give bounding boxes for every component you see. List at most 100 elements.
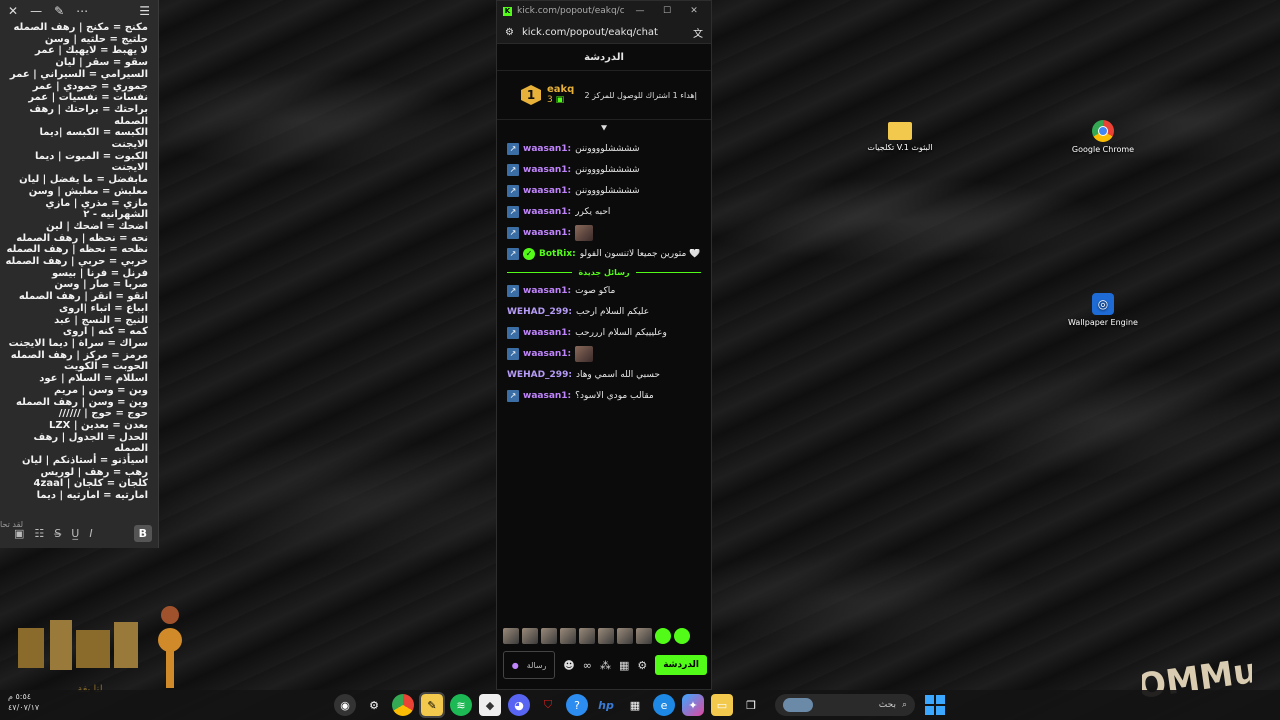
chat-message: ↗ waasan1: ششششلووووننن (507, 138, 701, 159)
emote-icon (575, 345, 594, 362)
underline-icon[interactable]: U̲ (71, 527, 79, 540)
bot-verified-icon: ✓ (523, 247, 535, 260)
sticky-note-text[interactable]: مكنج = مكنج | رهف الصمله حلتيج = حلتيه | … (0, 22, 158, 518)
chat-username[interactable]: waasan1: (523, 144, 571, 154)
file-explorer-icon[interactable]: ▭ (711, 694, 733, 716)
note-line: نظحه = نحظه | رهف الصمله (6, 244, 148, 256)
gift-icon: ▣ (555, 95, 565, 105)
windows-logo-icon (925, 695, 934, 704)
bold-icon[interactable]: B (133, 524, 152, 542)
store-icon[interactable]: ▦ (619, 659, 629, 672)
clock[interactable]: ٥:٥٤ م ٤٧/٠٧/١٧ (8, 691, 39, 713)
site-info-icon[interactable]: ⚙ (505, 27, 514, 38)
emote-icon[interactable] (503, 628, 519, 644)
translate-icon[interactable]: 文 (693, 25, 703, 40)
shield-icon[interactable]: ⛉ (537, 694, 559, 716)
pinned-count: 3 (547, 95, 553, 105)
pin-icon[interactable]: ✎ (54, 4, 64, 18)
left-logo-watermark: لنا بغة (18, 606, 182, 695)
sticky-note-window[interactable]: ✕ — ✎ ⋯ ☰ مكنج = مكنج | رهف الصمله حلتيج … (0, 0, 159, 548)
kick-emote-icon[interactable] (674, 628, 690, 644)
kick-logo-icon: K (503, 6, 512, 16)
edge-icon[interactable]: e (653, 694, 675, 716)
note-line: مازي = مذري | مازي (45, 197, 148, 209)
pinned-gift-banner[interactable]: 1 eakq 3 ▣ إهداء 1 اشتراك للوصول للمركز … (497, 71, 711, 120)
image-icon[interactable]: ▣ (14, 527, 24, 540)
taskbar: ٥:٥٤ م ٤٧/٠٧/١٧ ◉ ⚙ ✎ ≋ ◆ ◕ ⛉ ? hp ▦ e ✦… (0, 690, 1280, 720)
note-line: مرمز = مركز | رهف الصمله (10, 349, 148, 361)
url-text[interactable]: kick.com/popout/eakq/chat (522, 27, 685, 38)
hp-icon[interactable]: hp (595, 694, 617, 716)
chat-username[interactable]: waasan1: (523, 207, 571, 217)
close-icon[interactable]: ✕ (8, 4, 18, 18)
note-line: اسللام = السلام | عود (39, 373, 148, 385)
start-button[interactable] (924, 694, 946, 716)
emote-icon[interactable] (541, 628, 557, 644)
emote-icon[interactable] (522, 628, 538, 644)
settings-icon[interactable]: ⚙ (637, 659, 647, 672)
desktop-chrome[interactable]: Google Chrome (1068, 120, 1138, 155)
menu-icon[interactable]: ☰ (139, 4, 150, 18)
emote-icon[interactable] (636, 628, 652, 644)
minimize-icon[interactable]: — (30, 4, 42, 18)
note-line: بعدن = بعدين | LZX (49, 419, 148, 431)
chat-username[interactable]: waasan1: (523, 328, 571, 338)
note-line: السيرامي = السيراني | عمر (9, 68, 148, 80)
emote-icon[interactable] (598, 628, 614, 644)
infinity-icon[interactable]: ∞ (583, 659, 592, 672)
close-icon[interactable]: ✕ (683, 6, 705, 16)
chat-username[interactable]: waasan1: (523, 186, 571, 196)
more-icon[interactable]: ⋯ (76, 4, 88, 18)
chat-username[interactable]: waasan1: (523, 349, 571, 359)
chat-input[interactable]: ● رسالة (503, 651, 556, 679)
copilot-icon[interactable]: ✦ (682, 694, 704, 716)
obs-icon[interactable]: ◉ (334, 694, 356, 716)
desktop-wallpaper-engine[interactable]: ◎ Wallpaper Engine (1068, 293, 1138, 328)
chat-username[interactable]: waasan1: (523, 286, 571, 296)
chrome-icon[interactable] (392, 694, 414, 716)
pinned-username[interactable]: eakq (547, 84, 574, 95)
chat-username[interactable]: waasan1: (523, 228, 571, 238)
search-box[interactable]: بحث ⌕ (775, 694, 915, 716)
emote-icon[interactable] (579, 628, 595, 644)
avatar: ● (511, 660, 519, 670)
emoji-icon[interactable]: ☻ (563, 659, 574, 672)
users-icon[interactable]: ⁂ (600, 659, 611, 672)
taskbar-apps: ◉ ⚙ ✎ ≋ ◆ ◕ ⛉ ? hp ▦ e ✦ ▭ ❐ (334, 692, 762, 718)
app-icon[interactable]: ◆ (479, 694, 501, 716)
desktop-folder[interactable]: تكلجيات V.1 البثوث (865, 122, 935, 153)
chat-message: ↗ waasan1: ششششلووووننن (507, 159, 701, 180)
badge-icon: ↗ (507, 247, 519, 260)
note-line: امارتيه = امارتيه | ديما (36, 490, 148, 502)
strikethrough-icon[interactable]: S̶ (54, 527, 61, 540)
store-icon[interactable]: ▦ (624, 694, 646, 716)
chat-username[interactable]: WEHAD_299: (507, 370, 572, 380)
chat-username[interactable]: waasan1: (523, 165, 571, 175)
help-icon[interactable]: ? (566, 694, 588, 716)
bullet-list-icon[interactable]: ☷ (34, 527, 44, 540)
chat-username[interactable]: waasan1: (523, 391, 571, 401)
sticky-notes-icon[interactable]: ✎ (419, 692, 445, 718)
italic-icon[interactable]: I (89, 527, 92, 540)
badge-icon: ↗ (507, 142, 519, 155)
emote-icon[interactable] (617, 628, 633, 644)
maximize-icon[interactable]: ☐ (656, 6, 678, 16)
note-line: حوج = حوج | ////// (58, 408, 148, 420)
chat-username[interactable]: BotRix: (539, 249, 576, 259)
search-highlight-icon (783, 698, 813, 712)
task-view-icon[interactable]: ❐ (740, 694, 762, 716)
emote-icon[interactable] (560, 628, 576, 644)
new-messages-separator: رسائل جديدة (507, 268, 702, 277)
note-line: الحوبت = الكويت (64, 361, 148, 373)
chat-input-row: ● رسالة ☻ ∞ ⁂ ▦ ⚙ الدردشة (503, 651, 707, 679)
note-line: الحدل = الجدول | رهف الصمله (33, 431, 148, 455)
kick-emote-icon[interactable] (655, 628, 671, 644)
chat-username[interactable]: WEHAD_299: (507, 307, 572, 317)
send-chat-button[interactable]: الدردشة (655, 655, 707, 675)
spotify-icon[interactable]: ≋ (450, 694, 472, 716)
chat-message: ↗ waasan1: ماكو صوت (507, 280, 701, 301)
discord-icon[interactable]: ◕ (508, 694, 530, 716)
minimize-icon[interactable]: — (629, 6, 651, 16)
scroll-down-icon[interactable]: ⯆ (497, 120, 711, 138)
settings-icon[interactable]: ⚙ (363, 694, 385, 716)
